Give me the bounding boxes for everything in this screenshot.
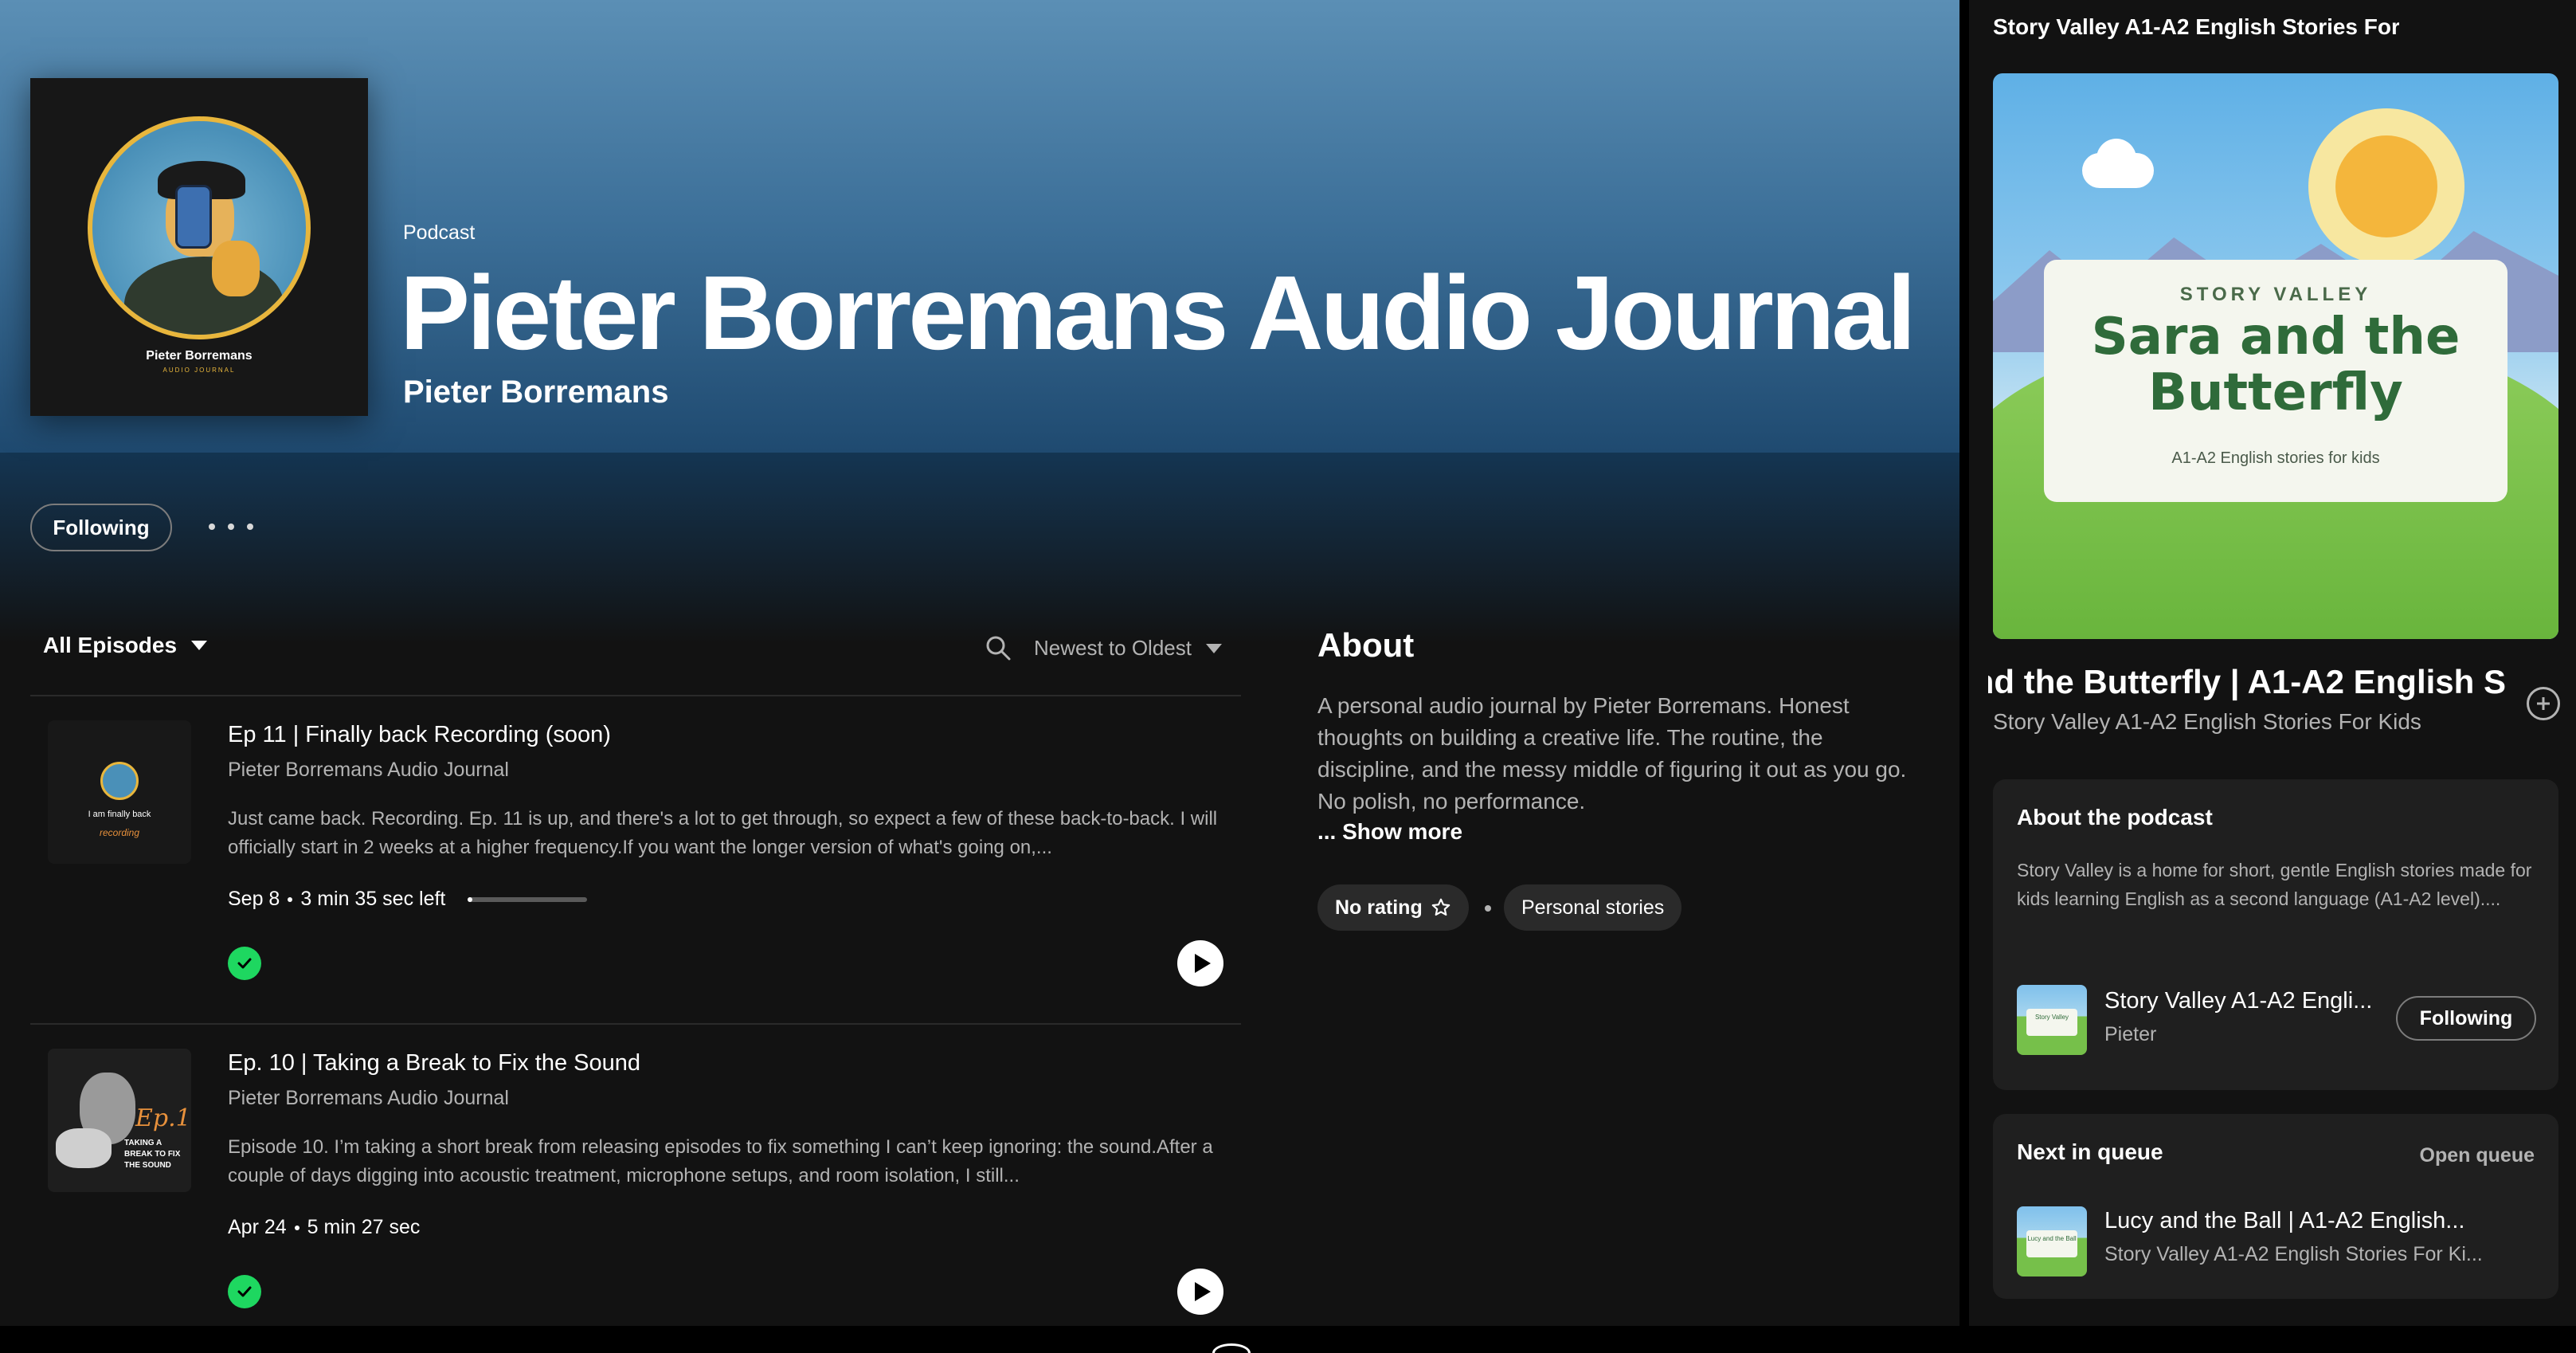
podcast-title-link[interactable]: Story Valley A1-A2 Engli...: [2104, 988, 2372, 1014]
sun-icon: [2335, 135, 2437, 237]
hero-fade: [0, 453, 1959, 644]
sort-label: Newest to Oldest: [1034, 636, 1192, 660]
cover-subtitle: AUDIO JOURNAL: [162, 367, 236, 374]
episode-description: Just came back. Recording. Ep. 11 is up,…: [228, 808, 1218, 858]
now-playing-panel: Story Valley A1-A2 English Stories For K…: [1969, 0, 2576, 1326]
phone-icon: [175, 185, 212, 249]
episode-description: Episode 10. I’m taking a short break fro…: [228, 1136, 1213, 1186]
episode-date: Sep 8: [228, 888, 280, 910]
episode-row[interactable]: Ep.10 TAKING A BREAK TO FIX THE SOUND Ep…: [30, 1023, 1241, 1326]
episode-meta: Sep 8 3 min 35 sec left: [228, 888, 588, 911]
episode-meta: Apr 24 5 min 27 sec: [228, 1216, 420, 1239]
play-icon: [1194, 954, 1211, 973]
episode-progress-bar: [468, 896, 588, 902]
rating-chip[interactable]: No rating: [1317, 884, 1469, 931]
about-podcast-text: Story Valley is a home for short, gentle…: [2017, 860, 2532, 909]
page-title: Pieter Borremans Audio Journal: [400, 254, 1916, 371]
add-icon[interactable]: [2527, 687, 2560, 720]
cover-name: Pieter Borremans: [146, 349, 253, 363]
open-queue-link[interactable]: Open queue: [2420, 1144, 2535, 1167]
episode-thumbnail: Ep.10 TAKING A BREAK TO FIX THE SOUND: [48, 1049, 191, 1192]
episode-title[interactable]: Ep 11 | Finally back Recording (soon): [228, 722, 611, 748]
queue-item-subtitle[interactable]: Story Valley A1-A2 English Stories For K…: [2104, 1243, 2483, 1266]
cover-title-card: STORY VALLEY Sara and the Butterfly A1-A…: [2044, 260, 2507, 502]
episode-duration: 5 min 27 sec: [307, 1216, 421, 1238]
episode-title[interactable]: Ep. 10 | Taking a Break to Fix the Sound: [228, 1050, 640, 1077]
episode-show-link[interactable]: Pieter Borremans Audio Journal: [228, 759, 509, 782]
about-podcast-heading: About the podcast: [2017, 805, 2213, 829]
check-icon[interactable]: [228, 1275, 261, 1308]
about-podcast-card: About the podcast Story Valley is a home…: [1993, 779, 2558, 1090]
now-playing-episode-title[interactable]: Sara and the Butterfly | A1-A2 English S: [1988, 663, 2506, 701]
play-icon: [1194, 1282, 1211, 1301]
podcast-mini-thumbnail: Story Valley: [2017, 985, 2087, 1055]
chevron-down-icon: [191, 641, 208, 650]
queue-item-thumbnail: Lucy and the Ball: [2017, 1206, 2087, 1277]
chevron-down-icon: [1205, 643, 1222, 653]
main-panel: Pieter Borremans AUDIO JOURNAL Podcast P…: [0, 0, 1959, 1326]
cover-portrait: [88, 116, 311, 339]
queue-item-title[interactable]: Lucy and the Ball | A1-A2 English...: [2104, 1208, 2464, 1234]
play-button[interactable]: [1177, 940, 1223, 986]
episode-date: Apr 24: [228, 1216, 287, 1238]
now-playing-show-link[interactable]: Story Valley A1-A2 English Stories For K…: [1993, 709, 2421, 735]
about-heading: About: [1317, 626, 1415, 664]
player-bar: [0, 1326, 2576, 1353]
podcast-author-link[interactable]: Pieter Borremans: [403, 375, 668, 410]
cloud-icon: [2082, 153, 2154, 188]
show-more-link[interactable]: ... Show more: [1317, 819, 1462, 845]
now-playing-cover-art: STORY VALLEY Sara and the Butterfly A1-A…: [1993, 73, 2558, 639]
play-button[interactable]: [1177, 1269, 1223, 1315]
podcast-author: Pieter: [2104, 1023, 2157, 1045]
about-text: A personal audio journal by Pieter Borre…: [1317, 693, 1907, 814]
sort-dropdown[interactable]: Newest to Oldest: [1034, 636, 1222, 661]
content-type-label: Podcast: [403, 222, 476, 244]
episode-duration: 3 min 35 sec left: [300, 888, 446, 910]
search-icon[interactable]: [985, 634, 1012, 661]
episode-filter-dropdown[interactable]: All Episodes: [43, 633, 208, 658]
episode-filter-label: All Episodes: [43, 633, 178, 657]
category-chip[interactable]: Personal stories: [1504, 884, 1682, 931]
queue-heading: Next in queue: [2017, 1139, 2163, 1164]
more-options-icon[interactable]: [209, 513, 253, 540]
star-icon: [1431, 898, 1450, 916]
following-button[interactable]: Following: [30, 504, 172, 551]
episode-thumbnail: I am finally back recording: [48, 720, 191, 864]
episode-row[interactable]: I am finally back recording Ep 11 | Fina…: [30, 696, 1241, 1023]
following-button[interactable]: Following: [2396, 996, 2536, 1041]
rating-label: No rating: [1335, 896, 1423, 919]
check-icon[interactable]: [228, 947, 261, 980]
queue-card: Next in queue Open queue Lucy and the Ba…: [1993, 1114, 2558, 1299]
podcast-cover-art: Pieter Borremans AUDIO JOURNAL: [30, 78, 368, 416]
now-playing-panel-title[interactable]: Story Valley A1-A2 English Stories For K…: [1993, 14, 2399, 40]
separator-dot: [1485, 905, 1491, 912]
episode-show-link[interactable]: Pieter Borremans Audio Journal: [228, 1087, 509, 1110]
